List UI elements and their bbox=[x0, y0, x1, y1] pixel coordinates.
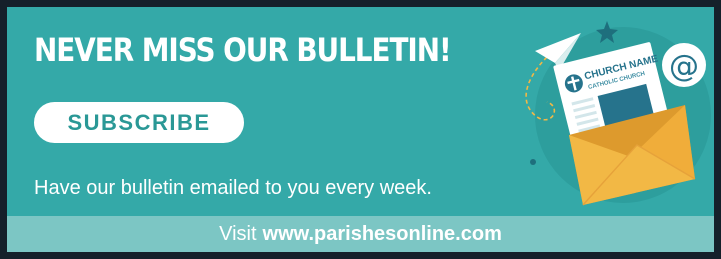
email-at-symbol: @ bbox=[669, 49, 699, 84]
website-link[interactable]: www.parishesonline.com bbox=[263, 223, 502, 246]
email-bulletin-illustration: CHURCH NAME CATHOLIC CHURCH @ bbox=[525, 21, 706, 206]
subscribe-button[interactable]: SUBSCRIBE bbox=[34, 102, 244, 143]
tagline: Have our bulletin emailed to you every w… bbox=[34, 177, 432, 199]
footer-bar: Visit www.parishesonline.com bbox=[7, 216, 714, 252]
headline: NEVER MISS OUR BULLETIN! bbox=[34, 31, 452, 69]
star-icon bbox=[596, 21, 618, 43]
flight-path-line bbox=[525, 56, 556, 121]
footer-prefix: Visit bbox=[219, 222, 257, 245]
decorative-dot bbox=[530, 159, 536, 165]
email-at-icon: @ bbox=[662, 43, 706, 87]
bulletin-banner: NEVER MISS OUR BULLETIN! SUBSCRIBE Have … bbox=[0, 0, 721, 259]
